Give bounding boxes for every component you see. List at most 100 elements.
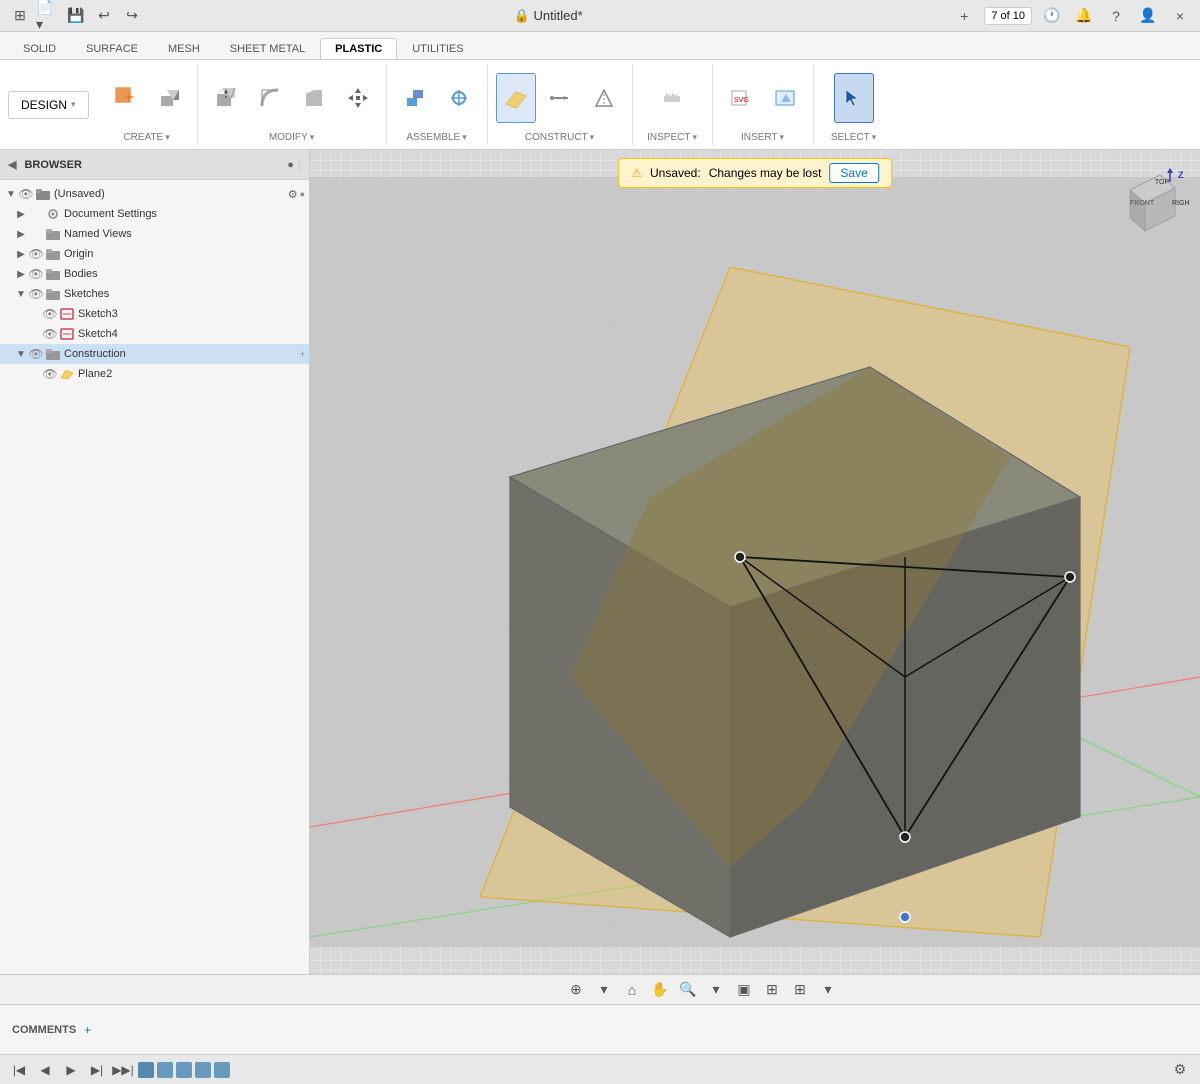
plane2-eye[interactable]: 👁 bbox=[42, 367, 58, 381]
tab-utilities[interactable]: UTILITIES bbox=[397, 38, 478, 59]
effects-dropdown[interactable]: ▾ bbox=[816, 978, 840, 1002]
timeline-step-1[interactable] bbox=[138, 1062, 154, 1078]
timeline-step-4[interactable] bbox=[195, 1062, 211, 1078]
construct-point[interactable] bbox=[584, 73, 624, 123]
modify-move[interactable] bbox=[338, 73, 378, 123]
axis-cube[interactable]: TOP RIGHT FRONT Z bbox=[1110, 160, 1190, 240]
viewport[interactable]: ⚠ Unsaved: Changes may be lost Save bbox=[310, 150, 1200, 974]
unsaved-label: Unsaved: bbox=[650, 166, 701, 180]
save-button[interactable]: 💾 bbox=[64, 4, 88, 28]
timeline-play[interactable]: ▶ bbox=[60, 1059, 82, 1081]
sketch4-eye[interactable]: 👁 bbox=[42, 327, 58, 341]
select-label: SELECT ▾ bbox=[831, 132, 876, 145]
browser-options[interactable]: ● bbox=[287, 159, 294, 171]
help-icon[interactable]: ? bbox=[1104, 4, 1128, 28]
timeline-settings[interactable]: ⚙ bbox=[1168, 1058, 1192, 1082]
inspect-measure[interactable] bbox=[652, 73, 692, 123]
axis-icon bbox=[548, 86, 572, 110]
navigate-icon[interactable]: ⊕ bbox=[564, 978, 588, 1002]
tree-item-doc-settings[interactable]: ▶ 👁 Document Settings bbox=[0, 204, 309, 224]
insert-svg[interactable]: SVG bbox=[721, 73, 761, 123]
construction-eye[interactable]: 👁 bbox=[28, 347, 44, 361]
design-button[interactable]: DESIGN ▾ bbox=[8, 91, 89, 119]
sketch4-icon bbox=[58, 326, 76, 342]
tree-item-origin[interactable]: ▶ 👁 Origin bbox=[0, 244, 309, 264]
doc-settings-arrow: ▶ bbox=[14, 209, 28, 220]
svg-text:FRONT: FRONT bbox=[1130, 200, 1155, 207]
tab-solid[interactable]: SOLID bbox=[8, 38, 71, 59]
ribbon-group-inspect: INSPECT ▾ bbox=[633, 64, 713, 145]
ribbon-group-insert: SVG INSERT ▾ bbox=[713, 64, 814, 145]
timeline-step-3[interactable] bbox=[176, 1062, 192, 1078]
tree-item-root[interactable]: ▼ 👁 (Unsaved) ⚙ ● bbox=[0, 184, 309, 204]
grid-toggle[interactable]: ⊞ bbox=[760, 978, 784, 1002]
tree-item-bodies[interactable]: ▶ 👁 Bodies bbox=[0, 264, 309, 284]
construction-add[interactable]: + bbox=[300, 349, 305, 359]
modify-fillet[interactable] bbox=[250, 73, 290, 123]
timeline-prev[interactable]: ◀ bbox=[34, 1059, 56, 1081]
tab-surface[interactable]: SURFACE bbox=[71, 38, 153, 59]
tree-item-named-views[interactable]: ▶ 👁 Named Views bbox=[0, 224, 309, 244]
new-component-icon bbox=[113, 85, 137, 109]
modify-press-pull[interactable] bbox=[206, 73, 246, 123]
tree-item-plane2[interactable]: ▶ 👁 Plane2 bbox=[0, 364, 309, 384]
undo-button[interactable]: ↩ bbox=[92, 4, 116, 28]
create-extrude[interactable] bbox=[149, 73, 189, 123]
tree-item-sketch4[interactable]: ▶ 👁 Sketch4 bbox=[0, 324, 309, 344]
tab-sheet-metal[interactable]: SHEET METAL bbox=[215, 38, 320, 59]
file-menu[interactable]: 📄▾ bbox=[36, 4, 60, 28]
zoom-dropdown[interactable]: ▾ bbox=[704, 978, 728, 1002]
grid-icon[interactable]: ⊞ bbox=[8, 4, 32, 28]
navigate-dropdown[interactable]: ▾ bbox=[592, 978, 616, 1002]
timeline-step-2[interactable] bbox=[157, 1062, 173, 1078]
display-mode[interactable]: ▣ bbox=[732, 978, 756, 1002]
home-view-icon[interactable]: ⌂ bbox=[620, 978, 644, 1002]
tab-plastic[interactable]: PLASTIC bbox=[320, 38, 397, 59]
insert-icons: SVG bbox=[721, 64, 805, 132]
select-cursor-icon bbox=[842, 86, 866, 110]
sketch3-eye[interactable]: 👁 bbox=[42, 307, 58, 321]
assemble-joint[interactable] bbox=[439, 73, 479, 123]
construct-plane[interactable] bbox=[496, 73, 536, 123]
timeline-start[interactable]: |◀ bbox=[8, 1059, 30, 1081]
pan-icon[interactable]: ✋ bbox=[648, 978, 672, 1002]
create-label: CREATE ▾ bbox=[123, 132, 169, 145]
tree-item-sketches[interactable]: ▼ 👁 Sketches bbox=[0, 284, 309, 304]
select-tool[interactable] bbox=[834, 73, 874, 123]
zoom-icon[interactable]: 🔍 bbox=[676, 978, 700, 1002]
assemble-new-component[interactable] bbox=[395, 73, 435, 123]
save-button[interactable]: Save bbox=[829, 163, 878, 183]
scene-svg bbox=[310, 150, 1200, 974]
comments-add-button[interactable]: + bbox=[84, 1023, 91, 1037]
user-avatar[interactable]: 👤 bbox=[1136, 4, 1160, 28]
redo-button[interactable]: ↪ bbox=[120, 4, 144, 28]
timeline-step-5[interactable] bbox=[214, 1062, 230, 1078]
sketches-eye[interactable]: 👁 bbox=[28, 287, 44, 301]
insert-canvas[interactable] bbox=[765, 73, 805, 123]
construction-folder-icon bbox=[44, 346, 62, 362]
close-window-button[interactable]: × bbox=[1168, 4, 1192, 28]
notification-icon[interactable]: 🔔 bbox=[1072, 4, 1096, 28]
modify-chamfer[interactable] bbox=[294, 73, 334, 123]
create-new-component[interactable] bbox=[105, 73, 145, 123]
timeline-end[interactable]: ▶▶| bbox=[112, 1059, 134, 1081]
tab-mesh[interactable]: MESH bbox=[153, 38, 215, 59]
clock-icon[interactable]: 🕐 bbox=[1040, 4, 1064, 28]
construct-axis[interactable] bbox=[540, 73, 580, 123]
inspect-icons bbox=[652, 64, 692, 132]
browser-content: ▼ 👁 (Unsaved) ⚙ ● ▶ 👁 Document Settings bbox=[0, 180, 309, 974]
bodies-eye[interactable]: 👁 bbox=[28, 267, 44, 281]
modify-icons bbox=[206, 64, 378, 132]
add-tab-button[interactable]: + bbox=[952, 4, 976, 28]
ribbon-group-create: CREATE ▾ bbox=[97, 64, 198, 145]
tree-item-sketch3[interactable]: ▶ 👁 Sketch3 bbox=[0, 304, 309, 324]
ribbon-group-select: SELECT ▾ bbox=[814, 64, 894, 145]
construction-arrow: ▼ bbox=[14, 349, 28, 360]
tree-item-construction[interactable]: ▼ 👁 Construction + bbox=[0, 344, 309, 364]
timeline-next[interactable]: ▶| bbox=[86, 1059, 108, 1081]
origin-eye[interactable]: 👁 bbox=[28, 247, 44, 261]
browser-collapse[interactable]: ◀ bbox=[8, 158, 16, 171]
root-settings-icon[interactable]: ⚙ bbox=[288, 188, 298, 201]
root-eye[interactable]: 👁 bbox=[18, 187, 34, 201]
environment-icon[interactable]: ⊞ bbox=[788, 978, 812, 1002]
